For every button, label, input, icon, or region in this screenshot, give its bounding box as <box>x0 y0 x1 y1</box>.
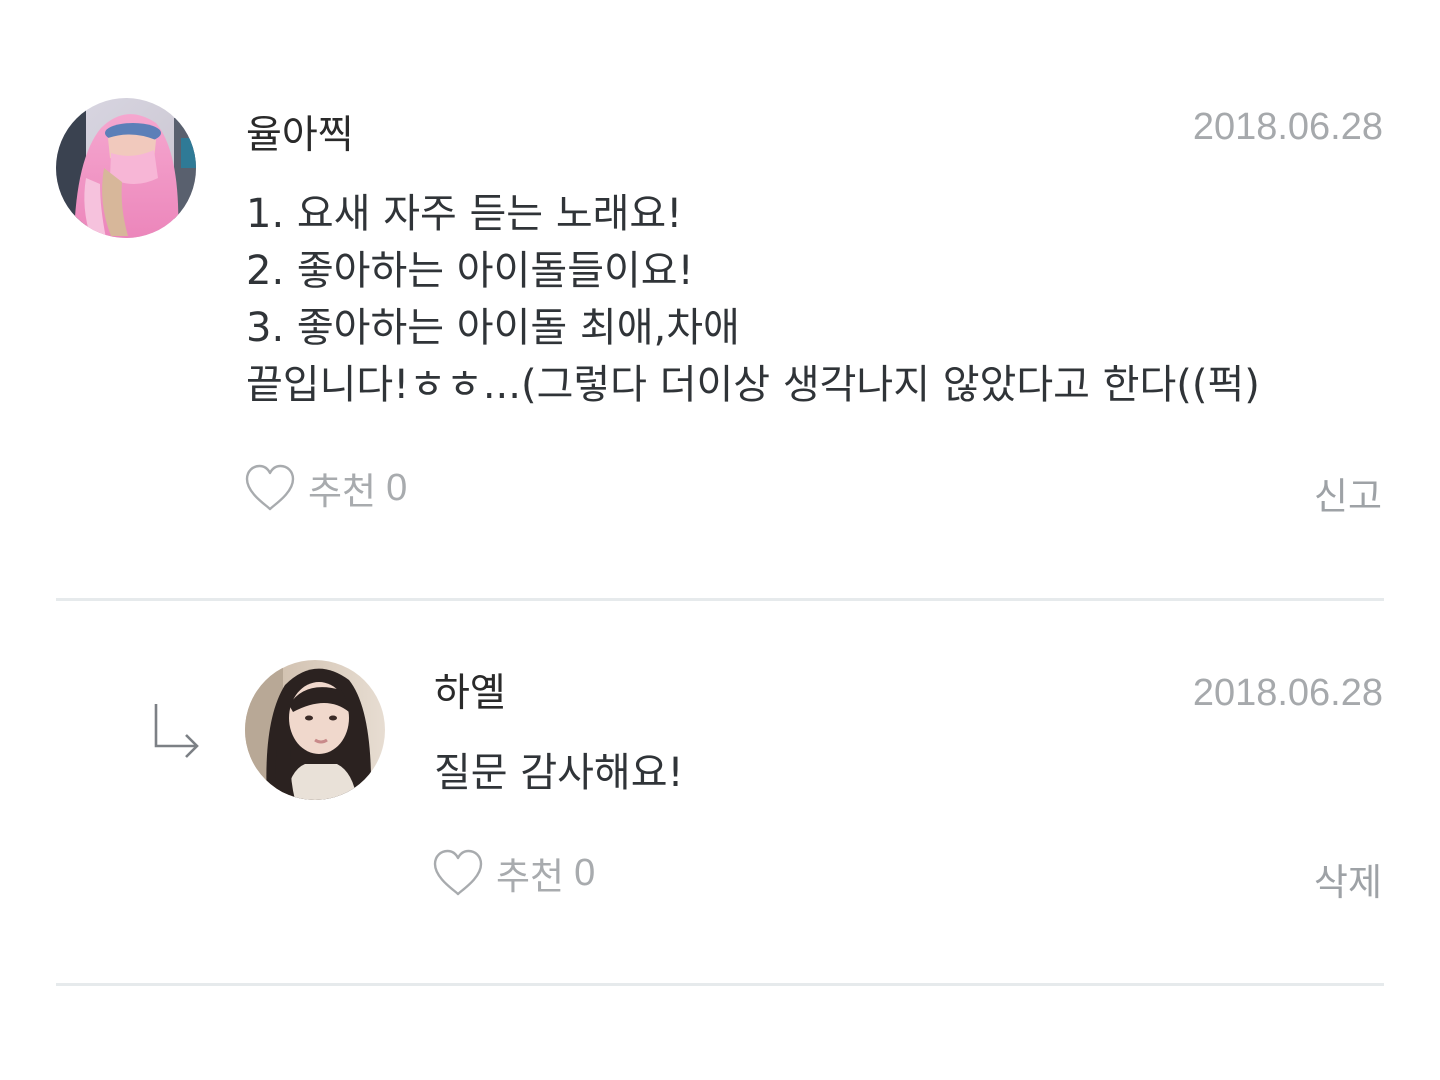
like-count: 0 <box>574 851 596 894</box>
comment: 율아찍 2018.06.28 1. 요새 자주 듣는 노래요! 2. 좋아하는 … <box>0 0 1440 600</box>
like-count: 0 <box>386 466 408 509</box>
like-button[interactable]: 추천 0 <box>244 461 407 515</box>
like-button[interactable]: 추천 0 <box>432 846 595 900</box>
divider <box>56 598 1384 601</box>
comment-line: 2. 좋아하는 아이돌들이요! <box>246 248 694 294</box>
heart-icon <box>433 849 483 896</box>
comment-line: 질문 감사해요! <box>434 750 684 796</box>
report-button[interactable]: 신고 <box>1314 466 1382 520</box>
username[interactable]: 율아찍 <box>246 104 354 160</box>
like-label: 추천 <box>496 855 565 898</box>
delete-button[interactable]: 삭제 <box>1314 852 1382 906</box>
username[interactable]: 하옐 <box>434 662 506 718</box>
avatar[interactable] <box>56 98 196 238</box>
comment-date: 2018.06.28 <box>1192 672 1383 714</box>
long-hair-portrait-avatar-image <box>245 660 385 800</box>
heart-icon <box>245 464 295 511</box>
comment-line: 끝입니다!ㅎㅎ...(그렇다 더이상 생각나지 않았다고 한다((퍽) <box>246 362 1260 408</box>
comment-line: 3. 좋아하는 아이돌 최애,차애 <box>246 305 740 351</box>
reply-arrow-icon <box>154 704 199 758</box>
avatar[interactable] <box>245 660 385 800</box>
like-label: 추천 <box>308 470 377 513</box>
divider <box>56 983 1384 986</box>
pink-hoodie-avatar-image <box>56 98 196 238</box>
comment-date: 2018.06.28 <box>1192 106 1383 148</box>
comment-body: 질문 감사해요! <box>434 745 684 802</box>
comment-line: 1. 요새 자주 듣는 노래요! <box>246 191 683 237</box>
comment-body: 1. 요새 자주 듣는 노래요! 2. 좋아하는 아이돌들이요! 3. 좋아하는… <box>246 186 1260 414</box>
reply-comment: 하옐 2018.06.28 질문 감사해요! 추천 0 삭제 <box>0 602 1440 986</box>
